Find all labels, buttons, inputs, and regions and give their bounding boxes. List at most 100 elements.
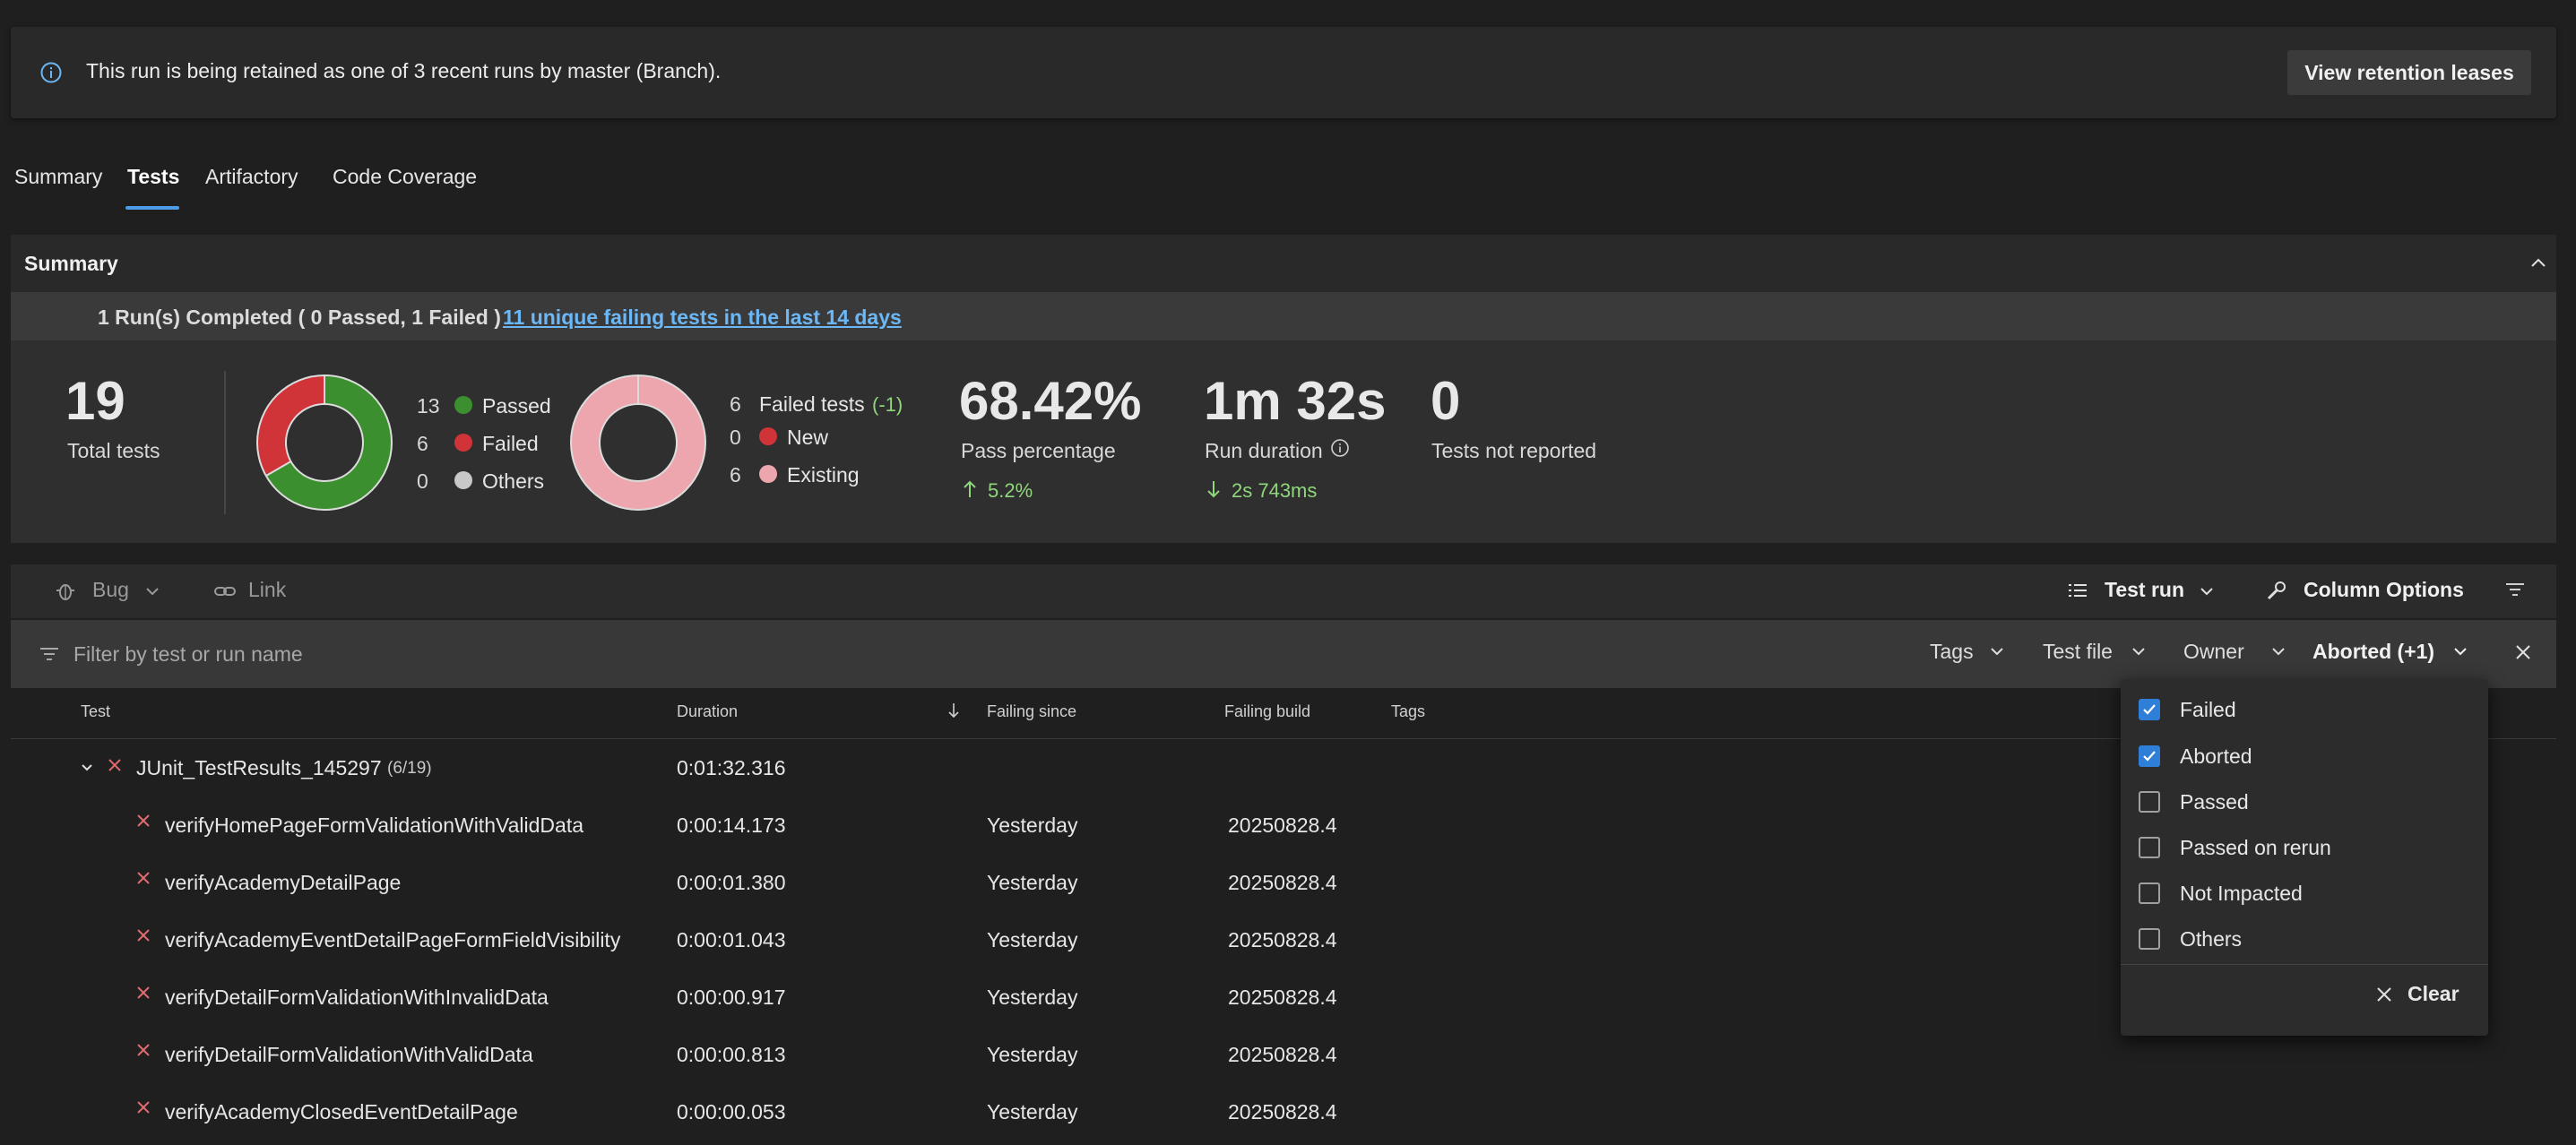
owner-filter[interactable]: Owner <box>2183 640 2244 664</box>
checkbox[interactable] <box>2139 745 2160 767</box>
sort-descending-icon[interactable] <box>947 702 961 719</box>
passed-label: Passed <box>482 394 551 418</box>
chevron-down-icon[interactable] <box>1988 642 2006 660</box>
others-dot <box>454 471 472 489</box>
outcome-option[interactable]: Failed <box>2139 693 2461 726</box>
failed-count: 6 <box>417 432 428 455</box>
column-options-button[interactable]: Column Options <box>2304 578 2464 602</box>
view-retention-leases-button[interactable]: View retention leases <box>2287 50 2531 95</box>
column-header-failing-build[interactable]: Failing build <box>1224 702 1310 721</box>
filter-icon[interactable] <box>2505 581 2525 598</box>
test-name[interactable]: verifyDetailFormValidationWithInvalidDat… <box>165 986 549 1010</box>
checkbox[interactable] <box>2139 882 2160 904</box>
column-header-failing-since[interactable]: Failing since <box>987 702 1076 721</box>
chevron-down-icon[interactable] <box>2198 582 2216 600</box>
chevron-down-icon[interactable] <box>2451 642 2469 660</box>
failed-x-icon <box>135 870 151 886</box>
tab-summary[interactable]: Summary <box>14 165 102 189</box>
chevron-down-icon[interactable] <box>143 582 161 600</box>
new-dot <box>759 427 777 445</box>
outcome-option[interactable]: Passed on rerun <box>2139 831 2461 864</box>
outcome-donut-chart <box>256 374 393 511</box>
test-file-filter[interactable]: Test file <box>2043 640 2113 664</box>
link-icon <box>213 582 237 600</box>
checkbox[interactable] <box>2139 928 2160 950</box>
checkbox[interactable] <box>2139 699 2160 720</box>
link-button[interactable]: Link <box>248 578 286 602</box>
column-header-tags[interactable]: Tags <box>1391 702 1425 721</box>
run-duration-label: Run duration <box>1205 439 1323 462</box>
test-name[interactable]: verifyAcademyClosedEventDetailPage <box>165 1100 518 1124</box>
filter-search-input[interactable]: Filter by test or run name <box>73 642 303 667</box>
test-duration: 0:00:00.813 <box>677 1043 786 1066</box>
test-name[interactable]: verifyAcademyEventDetailPageFormFieldVis… <box>165 928 620 952</box>
test-name[interactable]: verifyDetailFormValidationWithValidData <box>165 1043 533 1067</box>
tags-filter[interactable]: Tags <box>1930 640 1974 664</box>
checkbox[interactable] <box>2139 791 2160 813</box>
column-header-test[interactable]: Test <box>81 702 110 721</box>
runs-completed-text: 1 Run(s) Completed ( 0 Passed, 1 Failed … <box>98 306 501 329</box>
chevron-up-icon[interactable] <box>2528 253 2549 274</box>
filter-bar <box>11 620 2556 688</box>
failed-dot <box>454 434 472 452</box>
info-icon <box>39 61 63 84</box>
checkbox[interactable] <box>2139 837 2160 858</box>
failing-build[interactable]: 20250828.4 <box>1228 986 1337 1010</box>
outcome-option[interactable]: Others <box>2139 923 2461 955</box>
failing-build[interactable]: 20250828.4 <box>1228 1043 1337 1067</box>
failed-tests-delta: (-1) <box>872 393 903 416</box>
failed-x-icon <box>135 985 151 1001</box>
chevron-down-icon[interactable] <box>79 760 95 776</box>
tab-artifactory[interactable]: Artifactory <box>205 165 298 189</box>
info-icon[interactable] <box>1330 438 1350 458</box>
banner-message: This run is being retained as one of 3 r… <box>86 59 722 82</box>
test-name[interactable]: verifyHomePageFormValidationWithValidDat… <box>165 814 583 838</box>
test-duration: 0:00:14.173 <box>677 814 786 837</box>
pass-percentage-label: Pass percentage <box>961 439 1116 462</box>
unique-failing-tests-link[interactable]: 11 unique failing tests in the last 14 d… <box>503 306 902 330</box>
failing-since: Yesterday <box>987 928 1078 951</box>
test-name[interactable]: verifyAcademyDetailPage <box>165 871 401 895</box>
test-duration: 0:00:00.917 <box>677 986 786 1009</box>
failing-since: Yesterday <box>987 814 1078 837</box>
chevron-down-icon[interactable] <box>2269 642 2287 660</box>
pass-percentage-value: 68.42% <box>959 371 1142 431</box>
clear-filter-button[interactable]: Clear <box>2375 982 2459 1006</box>
total-tests-value: 19 <box>65 371 125 431</box>
failed-x-icon <box>135 1042 151 1058</box>
tab-code-coverage[interactable]: Code Coverage <box>333 165 477 189</box>
outcome-option[interactable]: Passed <box>2139 786 2461 818</box>
failing-build[interactable]: 20250828.4 <box>1228 871 1337 895</box>
summary-section-header[interactable] <box>11 235 2556 292</box>
failed-x-icon <box>135 813 151 829</box>
passed-dot <box>454 396 472 414</box>
outcome-option[interactable]: Not Impacted <box>2139 877 2461 909</box>
divider <box>224 371 226 514</box>
test-group-name[interactable]: JUnit_TestResults_145297 <box>136 756 382 780</box>
bug-button[interactable]: Bug <box>92 578 129 602</box>
test-run-grouping-button[interactable]: Test run <box>2105 578 2184 602</box>
new-label: New <box>787 426 829 449</box>
outcome-option[interactable]: Aborted <box>2139 740 2461 772</box>
arrow-down-icon <box>1206 479 1222 499</box>
existing-label: Existing <box>787 463 860 486</box>
active-tab-indicator <box>125 206 179 210</box>
run-duration-value: 1m 32s <box>1204 371 1387 431</box>
column-header-duration[interactable]: Duration <box>677 702 738 721</box>
summary-title: Summary <box>24 252 118 275</box>
failing-build[interactable]: 20250828.4 <box>1228 814 1337 838</box>
outcome-filter[interactable]: Aborted (+1) <box>2312 640 2434 664</box>
list-icon <box>2068 581 2088 599</box>
failing-since: Yesterday <box>987 1100 1078 1123</box>
filter-icon <box>39 645 59 663</box>
failing-since: Yesterday <box>987 1043 1078 1066</box>
new-count: 0 <box>730 426 741 449</box>
failing-build[interactable]: 20250828.4 <box>1228 1100 1337 1124</box>
tab-tests[interactable]: Tests <box>127 165 179 189</box>
test-duration: 0:00:00.053 <box>677 1100 786 1123</box>
chevron-down-icon[interactable] <box>2130 642 2148 660</box>
close-icon[interactable] <box>2513 642 2533 662</box>
failed-x-icon <box>107 757 123 773</box>
dropdown-divider <box>2121 964 2488 965</box>
failing-build[interactable]: 20250828.4 <box>1228 928 1337 952</box>
